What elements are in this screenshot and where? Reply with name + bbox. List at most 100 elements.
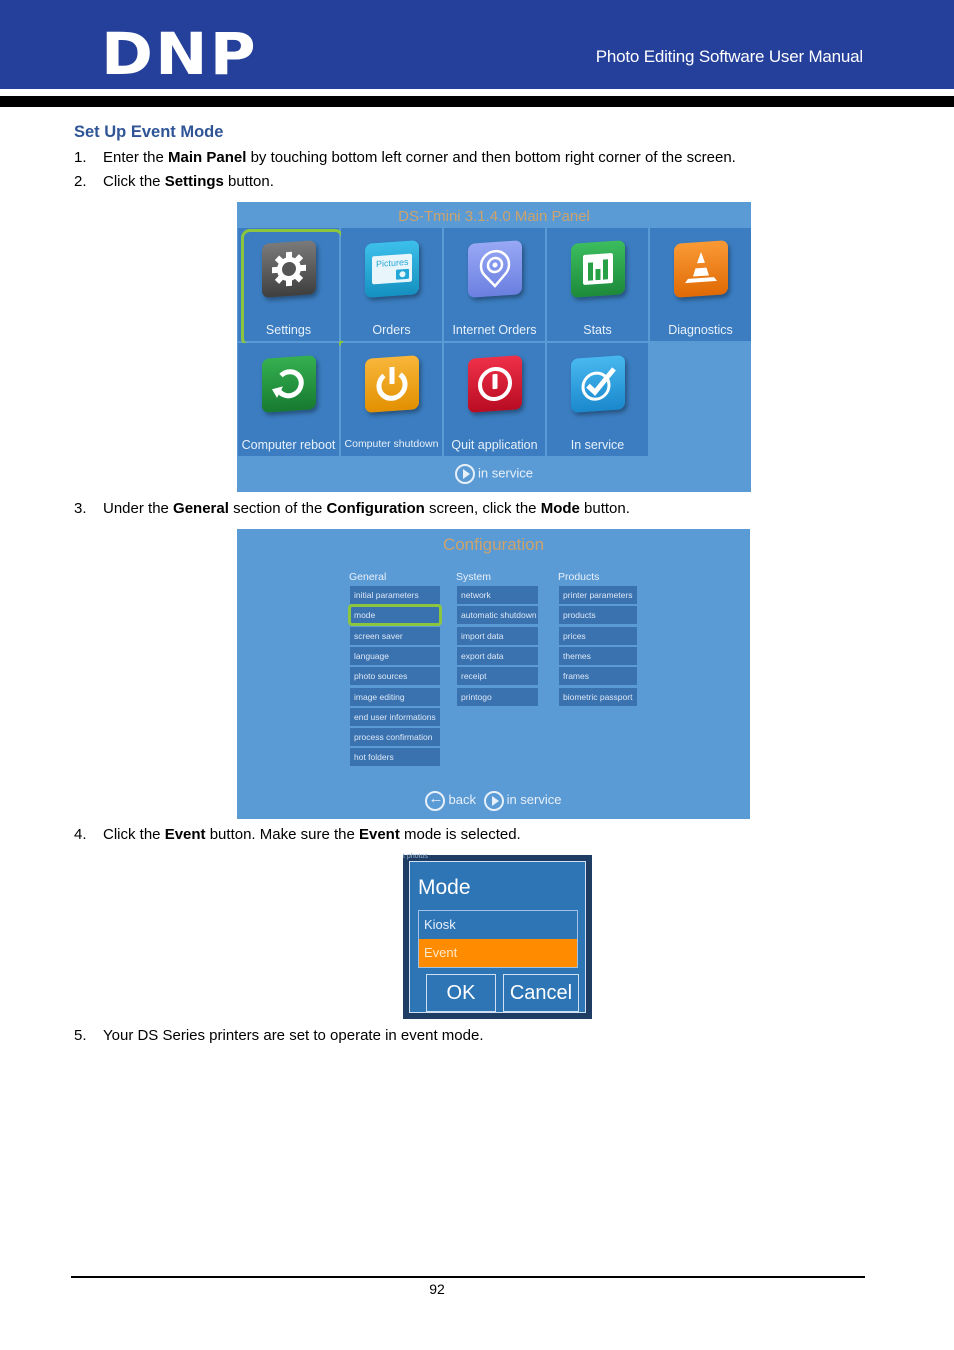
- step-text: Your DS Series printers are set to opera…: [103, 1027, 484, 1044]
- back-button[interactable]: back: [425, 790, 476, 811]
- config-button-prices[interactable]: prices: [559, 626, 637, 645]
- column-heading-system: System: [456, 571, 492, 583]
- step-text: Click the: [103, 173, 165, 190]
- configuration-screenshot: Configuration General System Products ba…: [237, 529, 750, 819]
- config-button-printogo[interactable]: printogo: [457, 687, 538, 706]
- step-emphasis: Configuration: [326, 500, 425, 517]
- configuration-footer: back in service: [237, 790, 750, 811]
- tile-label: Internet Orders: [452, 323, 537, 337]
- step-1: 1. Enter the Main Panel by touching botto…: [74, 149, 736, 166]
- tile-label: Computer shutdown: [344, 438, 439, 450]
- step-text: Enter the: [103, 149, 169, 166]
- step-3: 3. Under the General section of the Confi…: [74, 500, 630, 517]
- step-text: mode is selected.: [399, 826, 521, 843]
- traffic-cone-icon: [674, 240, 728, 298]
- step-2: 2. Click the Settings button.: [74, 173, 274, 190]
- config-button-end-user-informations[interactable]: end user informations: [350, 707, 440, 726]
- main-panel-title: DS-Tmini 3.1.4.0 Main Panel: [398, 208, 590, 225]
- footer-rule: [71, 1276, 865, 1278]
- tile-diagnostics[interactable]: Diagnostics: [650, 228, 751, 341]
- location-pin-icon: [468, 240, 522, 298]
- step-emphasis: Event: [164, 826, 206, 843]
- mode-option-kiosk[interactable]: Kiosk: [419, 911, 577, 939]
- config-button-mode[interactable]: mode: [348, 604, 442, 627]
- step-text: Under the: [103, 500, 174, 517]
- step-number: 5.: [74, 1027, 87, 1044]
- header-banner: DNP Photo Editing Software User Manual: [0, 0, 954, 89]
- refresh-icon: [262, 355, 316, 413]
- config-button-themes[interactable]: themes: [559, 646, 637, 665]
- tile-orders[interactable]: Pictures Orders: [341, 228, 442, 341]
- step-text: button.: [579, 500, 630, 517]
- tile-label: Quit application: [451, 438, 538, 452]
- config-button-printer-parameters[interactable]: printer parameters: [559, 586, 637, 604]
- step-emphasis: Mode: [540, 500, 580, 517]
- cancel-button[interactable]: Cancel: [503, 974, 579, 1012]
- config-button-process-confirmation[interactable]: process confirmation: [350, 728, 440, 747]
- play-icon: [483, 791, 504, 811]
- step-5: 5. Your DS Series printers are set to ope…: [74, 1027, 484, 1044]
- main-panel-screenshot: DS-Tmini 3.1.4.0 Main Panel Settings Pic…: [237, 202, 751, 492]
- config-button-receipt[interactable]: receipt: [457, 667, 538, 686]
- pictures-folder-icon: Pictures: [365, 240, 419, 298]
- step-number: 2.: [74, 173, 87, 190]
- ok-button[interactable]: OK: [426, 974, 496, 1012]
- back-arrow-icon: [425, 790, 446, 811]
- dnp-logo: DNP: [101, 20, 258, 88]
- config-button-initial-parameters[interactable]: initial parameters: [350, 586, 440, 604]
- mode-dialog-title: Mode: [418, 876, 471, 899]
- in-service-label: in service: [478, 465, 533, 481]
- tile-label: Stats: [583, 323, 612, 337]
- in-service-button[interactable]: in service: [483, 791, 562, 811]
- step-text: section of the: [228, 500, 327, 517]
- step-number: 1.: [74, 149, 87, 166]
- config-button-image-editing[interactable]: image editing: [350, 687, 440, 706]
- config-button-import-data[interactable]: import data: [457, 626, 538, 645]
- step-emphasis: General: [173, 500, 229, 517]
- header-rule: [0, 96, 954, 107]
- config-button-export-data[interactable]: export data: [457, 646, 538, 665]
- column-heading-general: General: [349, 571, 387, 583]
- tile-computer-reboot[interactable]: Computer reboot: [238, 343, 339, 456]
- tile-in-service[interactable]: In service: [547, 343, 648, 456]
- tile-settings[interactable]: Settings: [238, 228, 344, 347]
- in-service-link[interactable]: in service: [237, 464, 751, 484]
- config-button-network[interactable]: network: [457, 586, 538, 604]
- in-service-label: in service: [506, 792, 562, 808]
- tile-stats[interactable]: Stats: [547, 228, 648, 341]
- tile-label: Diagnostics: [668, 323, 733, 337]
- tile-computer-shutdown[interactable]: Computer shutdown: [341, 343, 442, 456]
- tile-label: Settings: [265, 323, 312, 337]
- config-button-photo-sources[interactable]: photo sources: [350, 667, 440, 686]
- tile-internet-orders[interactable]: Internet Orders: [444, 228, 545, 341]
- quit-icon: [468, 355, 522, 413]
- config-button-biometric-passport[interactable]: biometric passport: [559, 687, 637, 706]
- config-button-frames[interactable]: frames: [559, 667, 637, 686]
- config-button-automatic-shutdown[interactable]: automatic shutdown: [457, 606, 538, 625]
- config-button-hot-folders[interactable]: hot folders: [350, 748, 440, 767]
- manual-title: Photo Editing Software User Manual: [595, 47, 863, 66]
- back-label: back: [448, 792, 476, 808]
- background-ghost-text: t photos: [403, 853, 428, 860]
- config-button-products[interactable]: products: [559, 606, 637, 625]
- step-text: button.: [223, 173, 274, 190]
- page-number: 92: [429, 1281, 445, 1297]
- gear-icon: [262, 240, 316, 298]
- config-button-language[interactable]: language: [350, 646, 440, 665]
- play-icon: [455, 464, 476, 484]
- checkmark-icon: [571, 355, 625, 413]
- mode-option-event[interactable]: Event: [419, 939, 577, 967]
- step-text: Click the: [103, 826, 165, 843]
- config-button-screen-saver[interactable]: screen saver: [350, 626, 440, 645]
- section-title: Set Up Event Mode: [74, 123, 224, 141]
- step-emphasis: Main Panel: [168, 149, 247, 166]
- step-text: button. Make sure the: [205, 826, 359, 843]
- tile-label: Orders: [372, 323, 411, 337]
- step-text: screen, click the: [424, 500, 541, 517]
- step-emphasis: Settings: [164, 173, 224, 190]
- column-heading-products: Products: [558, 571, 600, 583]
- tile-quit-application[interactable]: Quit application: [444, 343, 545, 456]
- step-number: 4.: [74, 826, 87, 843]
- tile-label: Computer reboot: [241, 438, 336, 452]
- step-4: 4. Click the Event button. Make sure the …: [74, 826, 521, 843]
